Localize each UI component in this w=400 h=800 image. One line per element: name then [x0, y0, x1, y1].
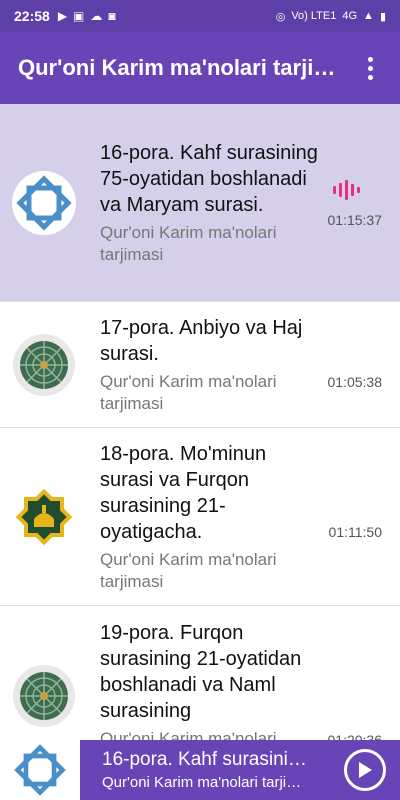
- network-label: Vo) LTE1: [291, 10, 337, 22]
- track-subtitle: Qur'oni Karim ma'nolari tarjimasi: [100, 222, 277, 264]
- rosette-ornament-icon: [12, 664, 76, 728]
- list-item[interactable]: 16-pora. Kahf surasining 75-oyatidan bos…: [0, 104, 400, 302]
- image-icon: ▣: [73, 9, 85, 23]
- track-duration: 01:20:36: [327, 732, 383, 740]
- list-item[interactable]: 19-pora. Furqon surasining 21-oyatidan b…: [0, 606, 400, 740]
- more-options-icon[interactable]: [358, 53, 382, 83]
- camera-icon: ◙: [108, 9, 116, 23]
- page-title: Qur'oni Karim ma'nolari tarjimasi: [18, 55, 343, 80]
- list-item[interactable]: 17-pora. Anbiyo va Haj surasi. Qur'oni K…: [0, 302, 400, 428]
- player-title: 16-pora. Kahf surasining 75-oyatidan bos…: [102, 749, 312, 770]
- cloud-icon: ☁: [90, 9, 103, 23]
- track-title: 19-pora. Furqon surasining 21-oyatidan b…: [100, 621, 302, 722]
- track-subtitle: Qur'oni Karim ma'nolari tarjimasi: [100, 549, 277, 591]
- track-duration: 01:11:50: [328, 524, 382, 540]
- hotspot-icon: ◎: [275, 10, 286, 23]
- rosette-ornament-icon: [12, 333, 76, 397]
- battery-icon: ▮: [379, 10, 386, 23]
- track-title: 17-pora. Anbiyo va Haj surasi.: [100, 316, 303, 365]
- octagon-star-icon: [12, 170, 76, 235]
- track-duration: 01:05:38: [327, 374, 383, 390]
- play-button[interactable]: [344, 749, 386, 791]
- player-subtitle: Qur'oni Karim ma'nolari tarjimasi: [102, 774, 312, 791]
- track-title: 18-pora. Mo'minun surasi va Furqon suras…: [100, 442, 267, 543]
- mosque-star-icon: [12, 484, 76, 549]
- status-time: 22:58: [14, 8, 50, 24]
- track-subtitle: Qur'oni Karim ma'nolari tarjimasi: [100, 728, 277, 741]
- track-duration: 01:15:37: [327, 212, 383, 228]
- status-bar: 22:58 ▶ ▣ ☁ ◙ ◎ Vo) LTE1 4G ▲ ▮: [0, 0, 400, 32]
- track-title: 16-pora. Kahf surasining 75-oyatidan bos…: [100, 141, 318, 216]
- signal-icon: ▲: [363, 10, 374, 22]
- track-list: 16-pora. Kahf surasining 75-oyatidan bos…: [0, 104, 400, 740]
- play-icon: [359, 762, 372, 778]
- playing-equalizer-icon: [333, 180, 360, 200]
- play-store-icon: ▶: [57, 9, 68, 23]
- mini-player[interactable]: 16-pora. Kahf surasining 75-oyatidan bos…: [0, 740, 400, 800]
- track-subtitle: Qur'oni Karim ma'nolari tarjimasi: [100, 371, 277, 413]
- octagon-star-icon: [0, 740, 80, 800]
- app-bar: Qur'oni Karim ma'nolari tarjimasi: [0, 32, 400, 104]
- list-item[interactable]: 18-pora. Mo'minun surasi va Furqon suras…: [0, 428, 400, 606]
- signal-label: 4G: [342, 10, 358, 22]
